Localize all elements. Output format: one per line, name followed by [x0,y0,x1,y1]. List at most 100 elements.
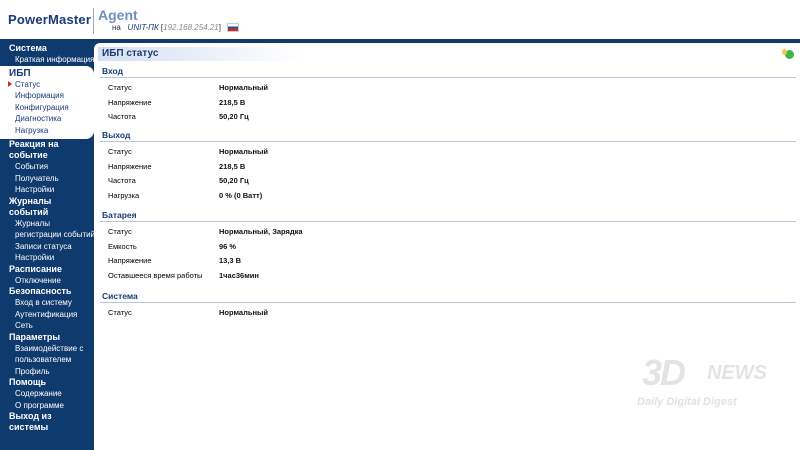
section-divider [100,141,796,142]
table-row: Статус Нормальный [100,145,796,160]
row-label: Статус [108,83,132,92]
watermark-3d: 3D [642,352,686,393]
row-value: 13,3 В [219,256,242,265]
sidebar-group-system[interactable]: Система [0,43,94,54]
sidebar-item-summary[interactable]: Краткая информация [0,54,94,66]
sidebar-item-authentication[interactable]: Аутентификация [0,309,94,321]
sidebar-group-ups[interactable]: ИБП [0,68,94,79]
row-value: 50,20 Гц [219,176,249,185]
sidebar-group-logs[interactable]: Журналы событий [0,196,94,218]
row-label: Статус [108,147,132,156]
3dnews-watermark: 3D NEWS Daily Digital Digest [632,352,782,422]
sidebar-item-about[interactable]: О программе [0,400,94,412]
ip-address: 192.168.254.21 [163,23,219,32]
table-row: Статус Нормальный [100,306,796,321]
sidebar: Система Краткая информация ИБП Статус Ин… [0,41,96,450]
table-row: Напряжение 218,5 В [100,96,796,111]
sidebar-group-help[interactable]: Помощь [0,377,94,388]
sidebar-logout[interactable]: Выход из системы [0,411,94,433]
sidebar-item-diagnostics[interactable]: Диагностика [0,113,94,125]
sidebar-group-schedule[interactable]: Расписание [0,264,94,275]
sidebar-item-load[interactable]: Нагрузка [0,125,94,137]
sidebar-item-user-interaction-line2: пользователем [15,355,72,364]
table-row: Напряжение 13,3 В [100,254,796,269]
table-row: Оставшееся время работы 1час36мин [100,269,796,284]
host-name: UNIT-ПК [127,23,159,32]
section-divider [100,221,796,222]
sidebar-group-reaction-line2: событие [9,150,48,160]
row-value: 0 % (0 Ватт) [219,190,263,200]
row-label: Напряжение [108,97,152,107]
on-label: на [112,23,121,32]
sidebar-item-contents[interactable]: Содержание [0,388,94,400]
section-divider [100,302,796,303]
watermark-news: NEWS [707,362,767,384]
sidebar-item-information[interactable]: Информация [0,90,94,102]
row-value: 96 % [219,241,237,251]
section-output: Выход Статус Нормальный Напряжение 218,5 В… [100,129,796,203]
row-value: 50,20 Гц [219,112,249,121]
row-value: 1час36мин [219,270,259,280]
table-row: Статус Нормальный, Зарядка [100,225,796,240]
row-label: Емкость [108,241,137,251]
row-label: Напряжение [108,256,152,265]
sidebar-item-recipient[interactable]: Получатель [0,173,94,185]
section-battery: Батарея Статус Нормальный, Зарядка Емкост… [100,209,796,283]
row-value: Нормальный [219,147,269,156]
agent-host-info: на UNIT-ПК [192.168.254.21] [112,23,240,33]
row-value: Нормальный, Зарядка [219,227,303,236]
section-system: Система Статус Нормальный [100,290,796,321]
sidebar-group-reaction[interactable]: Реакция на событие [0,139,94,161]
logo-divider [93,8,94,34]
sidebar-item-user-interaction-line1: Взаимодействие с [15,343,84,353]
sidebar-item-log-settings[interactable]: Настройки [0,252,94,264]
table-row: Частота 50,20 Гц [100,174,796,189]
sidebar-item-reaction-settings[interactable]: Настройки [0,184,94,196]
row-value: Нормальный [219,83,269,92]
table-row: Напряжение 218,5 В [100,160,796,175]
agent-title: Agent [98,7,138,23]
table-row: Емкость 96 % [100,240,796,255]
row-value: 218,5 В [219,97,246,107]
ip-close: ] [218,23,221,32]
powermaster-logo[interactable]: PowerMaster [8,12,91,27]
section-input: Вход Статус Нормальный Напряжение 218,5 В … [100,65,796,125]
section-title-system: Система [102,291,138,301]
page-title: ИБП статус [98,47,302,61]
section-title-battery: Батарея [102,210,137,220]
row-label: Нагрузка [108,190,140,200]
sidebar-item-event-logs[interactable]: Журналы регистрации событий [0,218,96,241]
section-title-input: Вход [102,66,124,76]
section-divider [100,77,796,78]
watermark-subtitle: Daily Digital Digest [637,396,737,408]
section-title-output: Выход [102,130,131,140]
sidebar-group-reaction-line1: Реакция на [9,139,59,149]
row-value: 218,5 В [219,161,246,171]
sidebar-active-panel: ИБП Статус Информация Конфигурация Диагн… [0,65,94,139]
sidebar-item-status[interactable]: Статус [0,79,94,91]
main-content: ИБП статус Вход Статус Нормальный Напряже… [94,43,800,450]
table-row: Нагрузка 0 % (0 Ватт) [100,189,796,204]
sidebar-item-events[interactable]: События [0,161,94,173]
row-label: Частота [108,112,136,121]
row-label: Статус [108,227,132,236]
sidebar-item-configuration[interactable]: Конфигурация [0,102,94,114]
sidebar-item-network[interactable]: Сеть [0,320,94,332]
sidebar-item-login[interactable]: Вход в систему [0,297,94,309]
russia-flag-icon[interactable] [227,23,240,33]
row-label: Оставшееся время работы [108,270,203,280]
row-label: Статус [108,308,132,317]
ups-status-icon[interactable] [782,49,794,59]
sidebar-item-user-interaction[interactable]: Взаимодействие с пользователем [0,343,94,366]
sidebar-item-status-records[interactable]: Записи статуса [0,241,94,253]
header: PowerMaster Agent на UNIT-ПК [192.168.25… [0,0,800,41]
sidebar-item-event-logs-line1: Журналы [15,218,50,228]
sidebar-item-shutdown[interactable]: Отключение [0,275,94,287]
sidebar-group-security[interactable]: Безопасность [0,286,94,297]
sidebar-item-event-logs-line2: регистрации событий [15,230,96,239]
sidebar-group-params[interactable]: Параметры [0,332,94,343]
sidebar-item-profile[interactable]: Профиль [0,366,94,378]
row-label: Напряжение [108,161,152,171]
table-row: Частота 50,20 Гц [100,110,796,125]
table-row: Статус Нормальный [100,81,796,96]
